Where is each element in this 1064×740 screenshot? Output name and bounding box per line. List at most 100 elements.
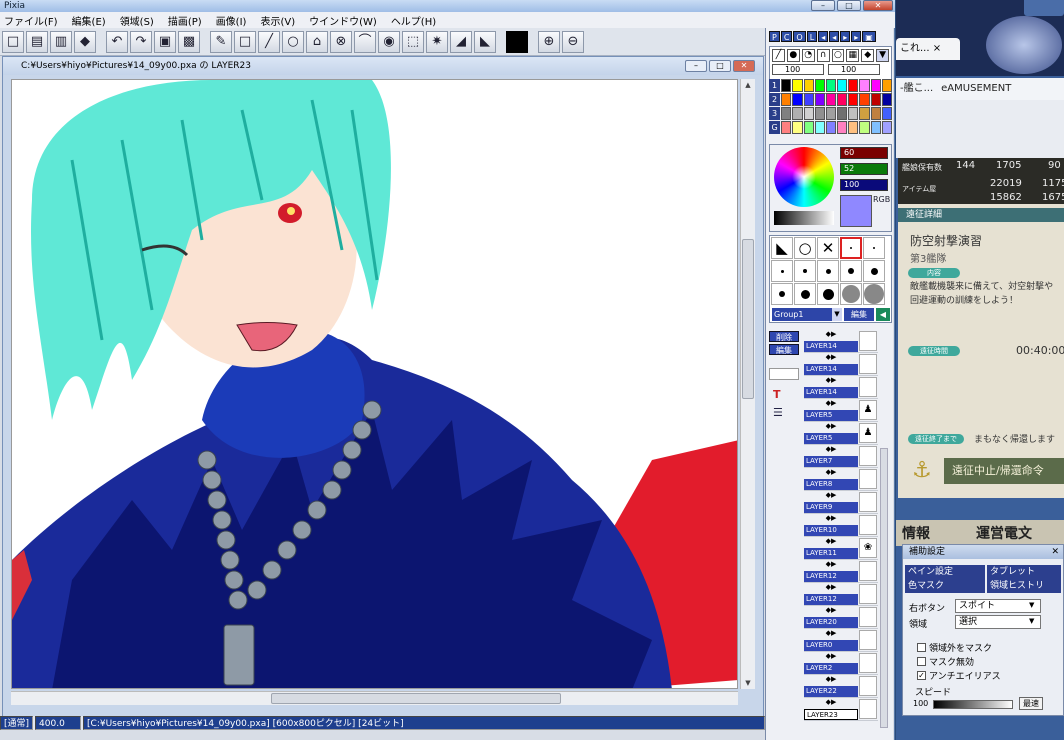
select-arrow-icon[interactable]: ▼ xyxy=(1029,601,1034,609)
menu-item[interactable]: 領域(S) xyxy=(120,13,154,28)
panel-mode-button[interactable]: ◂ xyxy=(818,31,829,42)
texture-icon[interactable]: ▦ xyxy=(846,49,860,62)
pen-size-a[interactable]: 100 xyxy=(772,64,824,75)
collapse-icon[interactable]: ◀ xyxy=(876,308,890,321)
blue-value[interactable]: 100 xyxy=(840,179,888,191)
panel-mode-button[interactable]: ◂ xyxy=(829,31,840,42)
color-icon[interactable] xyxy=(506,30,528,53)
open-file-icon[interactable]: ▤ xyxy=(26,30,48,53)
aux-checkbox-row[interactable]: 領域外をマスク xyxy=(917,641,992,654)
palette-tab[interactable]: G xyxy=(769,121,781,134)
maximize-button[interactable]: □ xyxy=(837,0,861,11)
layer-item[interactable]: ◆▶ LAYER12 xyxy=(804,583,878,606)
palette-tab[interactable]: 1 xyxy=(769,79,781,92)
layer-item[interactable]: ◆▶ LAYER5 ♟ xyxy=(804,399,878,422)
color-swatch[interactable] xyxy=(825,93,837,106)
airbrush-icon[interactable]: ● xyxy=(786,49,800,62)
color-swatch[interactable] xyxy=(859,79,870,92)
palette-tab[interactable]: 2 xyxy=(769,93,781,106)
browser-tab[interactable]: これ... × xyxy=(896,38,960,60)
redo-icon[interactable]: ↷ xyxy=(130,30,152,53)
color-swatch[interactable] xyxy=(848,121,859,134)
layer-item[interactable]: ◆▶ LAYER12 xyxy=(804,560,878,583)
panel-mode-button[interactable]: O xyxy=(793,31,806,42)
recall-button[interactable]: 遠征中止/帰還命令 xyxy=(944,458,1064,484)
color-swatch[interactable] xyxy=(792,107,803,120)
tab-color-mask[interactable]: 色マスク xyxy=(905,579,985,593)
color-swatch[interactable] xyxy=(859,121,870,134)
color-swatch[interactable] xyxy=(792,121,803,134)
tab-tablet[interactable]: タブレット xyxy=(987,565,1061,579)
doc-maximize-button[interactable]: □ xyxy=(709,60,731,72)
color-swatch[interactable] xyxy=(870,79,881,92)
pen-icon[interactable]: ╱ xyxy=(772,49,785,62)
circle-brush-icon[interactable]: ○ xyxy=(794,237,816,259)
color-swatch[interactable] xyxy=(837,107,848,120)
layer-item[interactable]: ◆▶ LAYER14 xyxy=(804,376,878,399)
select-icon[interactable]: ⬚ xyxy=(402,30,424,53)
dot-brush-icon[interactable] xyxy=(794,260,816,282)
item-shop-label[interactable]: アイテム屋 xyxy=(902,184,936,194)
color-swatch[interactable] xyxy=(792,79,803,92)
print-icon[interactable]: ◆ xyxy=(74,30,96,53)
color-swatch[interactable] xyxy=(825,121,837,134)
dot-brush-icon[interactable] xyxy=(817,283,839,305)
panel-mode-button[interactable]: ▸ xyxy=(840,31,851,42)
doc-minimize-button[interactable]: – xyxy=(685,60,707,72)
layer-visibility-icon[interactable]: ◆▶ xyxy=(804,652,858,662)
circle-icon[interactable]: ○ xyxy=(282,30,304,53)
panel-mode-button[interactable]: C xyxy=(780,31,793,42)
line-icon[interactable]: ╱ xyxy=(258,30,280,53)
close-button[interactable]: ✕ xyxy=(863,0,893,11)
select-arrow-icon[interactable]: ▼ xyxy=(1029,617,1034,625)
horizontal-scrollbar[interactable] xyxy=(11,691,738,705)
layer-visibility-icon[interactable]: ◆▶ xyxy=(804,399,858,409)
color-swatch[interactable] xyxy=(837,79,848,92)
layer-visibility-icon[interactable]: ◆▶ xyxy=(804,514,858,524)
news-tab[interactable]: 運営電文 xyxy=(976,523,1032,543)
dot-brush-icon[interactable] xyxy=(863,237,885,259)
vertical-scrollbar[interactable]: ▲ ▼ xyxy=(740,79,755,689)
color-swatch[interactable] xyxy=(781,107,792,120)
color-swatch[interactable] xyxy=(792,93,803,106)
color-swatch[interactable] xyxy=(837,93,848,106)
dot-brush-selected-icon[interactable] xyxy=(840,237,862,259)
panel-mode-button[interactable]: ▣ xyxy=(862,31,876,42)
fill-icon[interactable]: ◉ xyxy=(378,30,400,53)
layer-item[interactable]: ◆▶ LAYER8 xyxy=(804,468,878,491)
layer-visibility-icon[interactable]: ◆▶ xyxy=(804,376,858,386)
soft-brush-icon[interactable] xyxy=(840,283,862,305)
color-swatch[interactable] xyxy=(848,79,859,92)
color-swatch[interactable] xyxy=(825,79,837,92)
layer-list-icon[interactable]: ☰ xyxy=(773,406,789,420)
layer-visibility-icon[interactable]: ◆▶ xyxy=(804,629,858,639)
menu-item[interactable]: ファイル(F) xyxy=(4,13,58,28)
menu-item[interactable]: 画像(I) xyxy=(216,13,247,28)
soft-brush-icon[interactable] xyxy=(863,283,885,305)
color-swatch[interactable] xyxy=(881,93,893,106)
color-swatch[interactable] xyxy=(881,107,893,120)
menu-item[interactable]: 描画(P) xyxy=(168,13,202,28)
checkbox[interactable]: ✓ xyxy=(917,671,926,680)
checkbox[interactable] xyxy=(917,657,926,666)
tab-region-history[interactable]: 領域ヒストリ xyxy=(987,579,1061,593)
lasso-tool-icon[interactable]: ∩ xyxy=(816,49,830,62)
color-swatch[interactable] xyxy=(803,93,814,106)
menu-item[interactable]: ヘルプ(H) xyxy=(391,13,436,28)
layer-visibility-icon[interactable]: ◆▶ xyxy=(804,698,858,708)
dot-brush-icon[interactable] xyxy=(863,260,885,282)
scroll-up-icon[interactable]: ▲ xyxy=(741,81,755,89)
layer-visibility-icon[interactable]: ◆▶ xyxy=(804,675,858,685)
brush-icon[interactable]: ◔ xyxy=(801,49,815,62)
transform-icon[interactable]: ✷ xyxy=(426,30,448,53)
color-swatch[interactable] xyxy=(814,121,825,134)
color-swatch[interactable] xyxy=(825,107,837,120)
aux-close-icon[interactable]: ✕ xyxy=(1051,545,1059,559)
vertical-scroll-thumb[interactable] xyxy=(742,239,754,399)
color-swatch[interactable] xyxy=(803,107,814,120)
layer-item[interactable]: ◆▶ LAYER20 xyxy=(804,606,878,629)
tab-pen-settings[interactable]: ペイン設定 xyxy=(905,565,985,579)
red-value[interactable]: 60 xyxy=(840,147,888,159)
layer-scrollbar[interactable] xyxy=(880,448,888,728)
color-swatch[interactable] xyxy=(781,121,792,134)
